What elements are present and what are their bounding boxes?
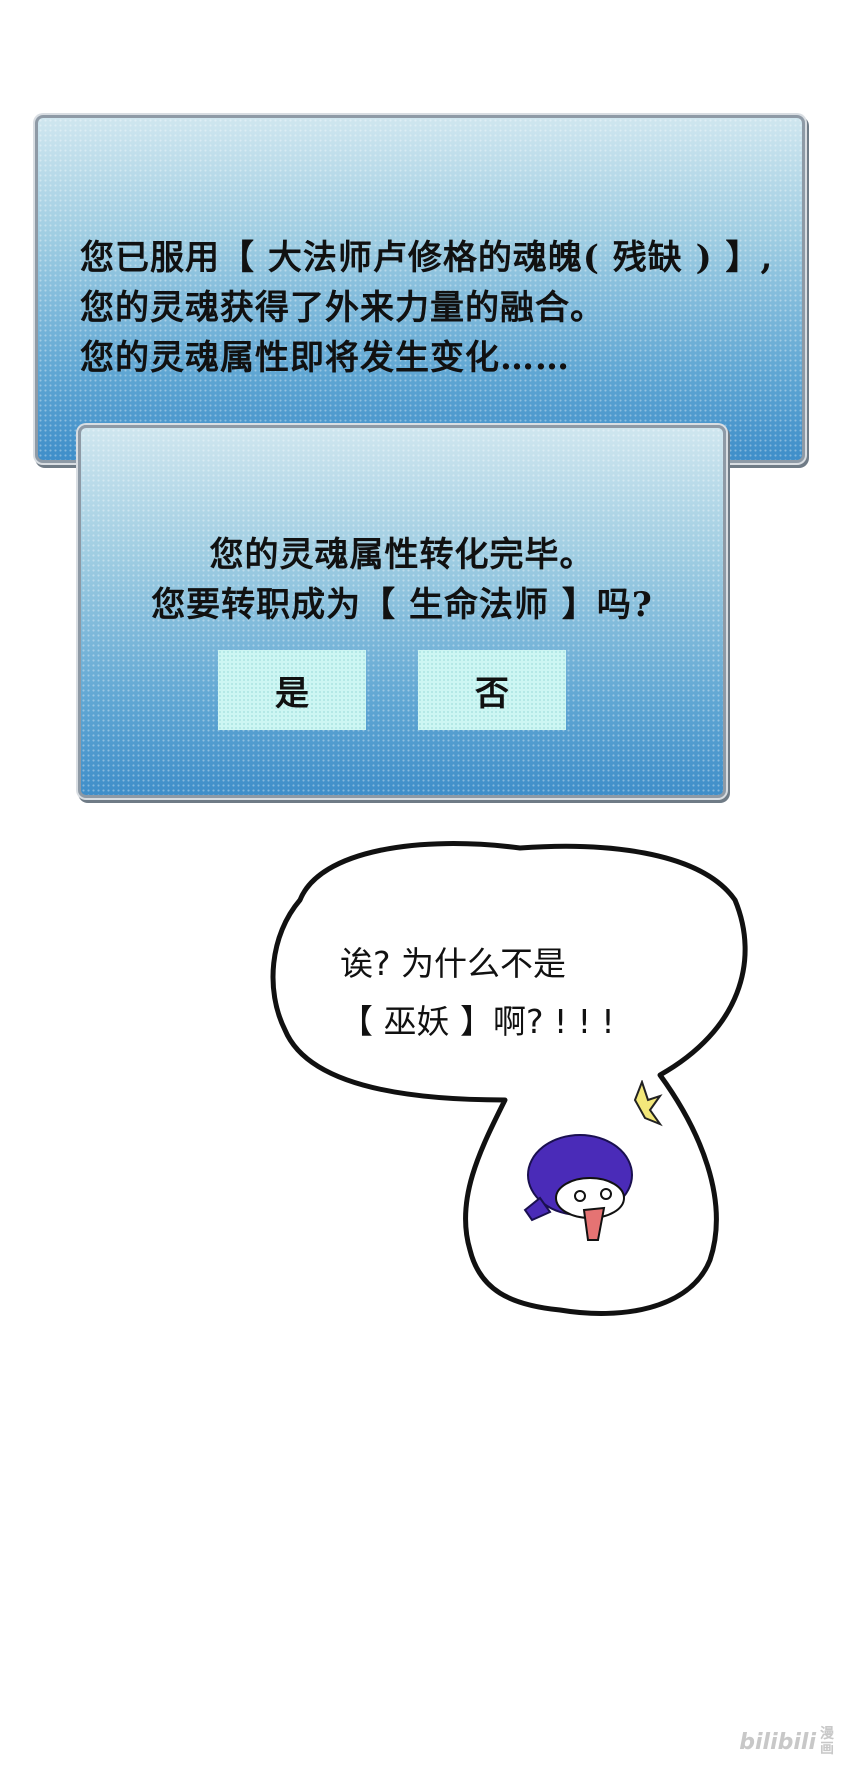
system-notice-text: 您已服用【 大法师卢修格的魂魄( 残缺 ) 】, 您的灵魂获得了外来力量的融合。… xyxy=(80,233,773,383)
watermark-brand: bilibili xyxy=(739,1729,816,1755)
system-notice-panel: 您已服用【 大法师卢修格的魂魄( 残缺 ) 】, 您的灵魂获得了外来力量的融合。… xyxy=(35,115,805,463)
dialog-line: 您的灵魂属性转化完毕。 xyxy=(209,535,595,575)
yes-button[interactable]: 是 xyxy=(218,650,366,730)
dialog-line: 您要转职成为【 生命法师 】吗? xyxy=(151,585,653,625)
notice-line: 您的灵魂获得了外来力量的融合。 xyxy=(80,288,605,328)
notice-line: 您已服用【 大法师卢修格的魂魄( 残缺 ) 】, xyxy=(80,238,774,278)
speech-line: 【 巫妖 】啊? ! ! ! xyxy=(340,1002,615,1041)
chibi-character xyxy=(523,1080,663,1241)
speech-text: 诶? 为什么不是 【 巫妖 】啊? ! ! ! xyxy=(340,935,680,1051)
notice-line: 您的灵魂属性即将发生变化…… xyxy=(80,338,570,378)
job-change-dialog: 您的灵魂属性转化完毕。 您要转职成为【 生命法师 】吗? 是 否 xyxy=(78,425,726,798)
bilibili-watermark: bilibili 漫画 xyxy=(739,1727,836,1757)
watermark-sub: 漫画 xyxy=(820,1726,834,1757)
dialog-text: 您的灵魂属性转化完毕。 您要转职成为【 生命法师 】吗? xyxy=(81,530,723,630)
speech-line: 诶? 为什么不是 xyxy=(340,944,567,983)
open-mouth-icon xyxy=(582,1206,606,1241)
surprise-spark-icon xyxy=(633,1080,663,1127)
no-button[interactable]: 否 xyxy=(418,650,566,730)
